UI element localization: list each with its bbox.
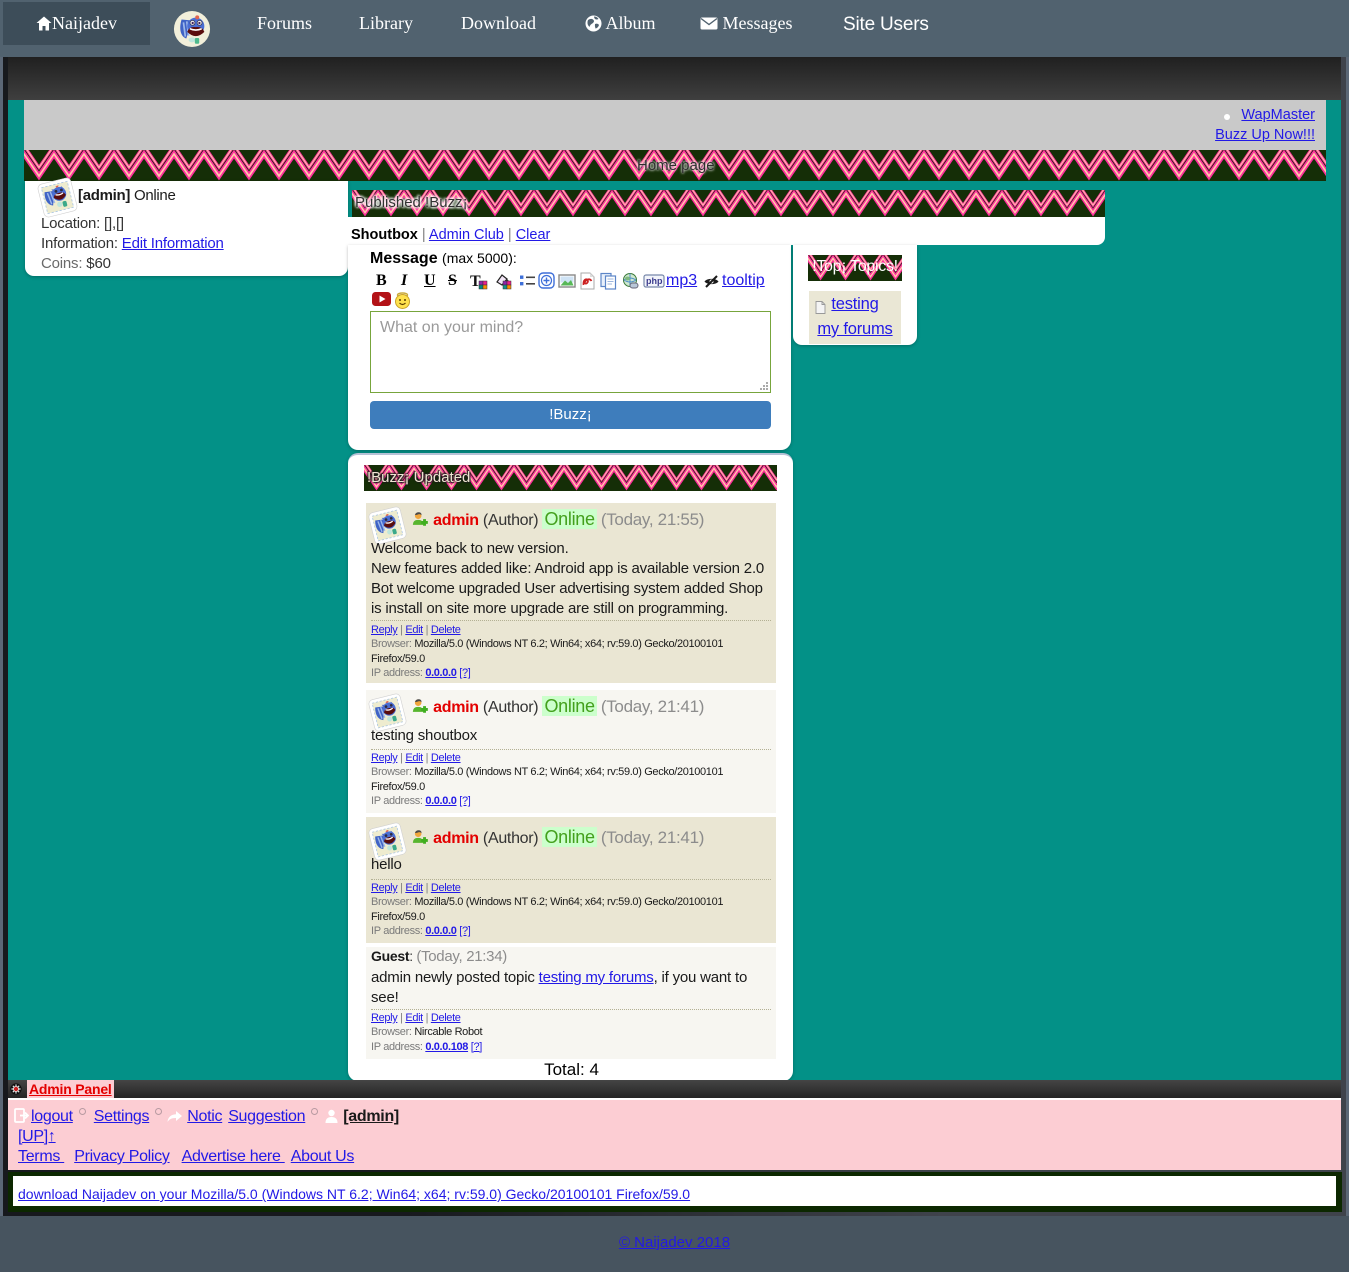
svg-text:php: php (646, 276, 663, 286)
